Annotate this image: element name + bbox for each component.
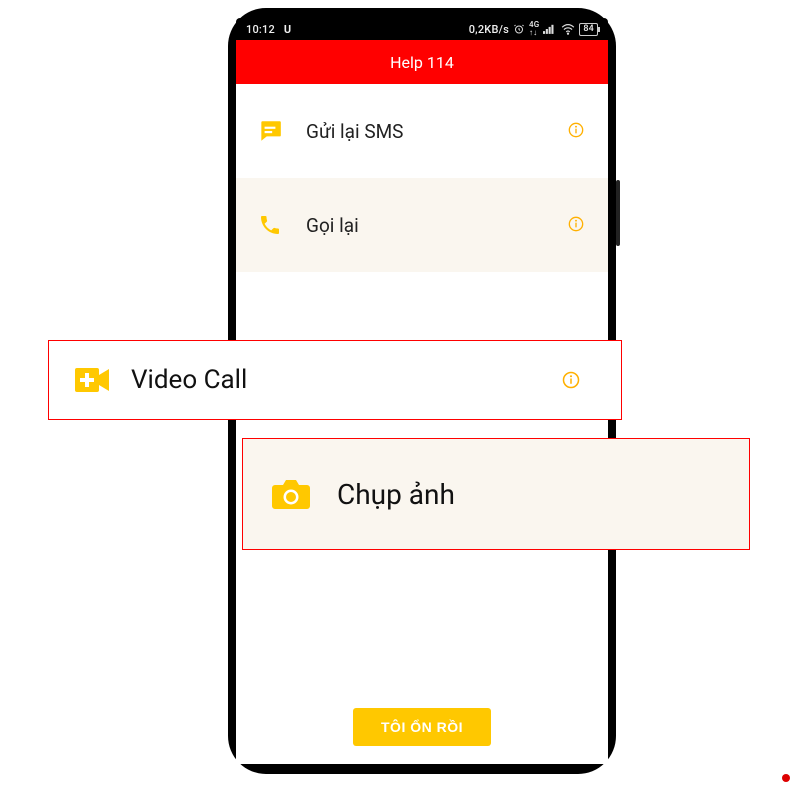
app-bar: Help 114: [236, 40, 608, 84]
callout-label: Chụp ảnh: [337, 478, 455, 511]
battery-icon: 84: [579, 23, 598, 36]
status-right: 0,2KB/s 4G↑↓ 84: [469, 21, 598, 37]
network-4g-icon: 4G↑↓: [529, 21, 539, 37]
info-icon[interactable]: [568, 120, 584, 143]
signal-icon: [543, 23, 557, 35]
list-item-label: Gọi lại: [306, 214, 568, 237]
info-icon[interactable]: [568, 214, 584, 237]
list-item-call[interactable]: Gọi lại: [236, 178, 608, 272]
battery-level: 84: [583, 24, 594, 34]
status-left: 10:12 U: [246, 23, 291, 36]
callout-take-photo[interactable]: Chụp ảnh: [242, 438, 750, 550]
corner-marker: [782, 774, 790, 782]
camera-icon: [271, 476, 311, 512]
video-plus-icon: [75, 365, 109, 395]
carrier-icon: U: [284, 23, 291, 36]
callout-video-call[interactable]: Video Call: [48, 340, 622, 420]
alarm-icon: [513, 23, 525, 35]
clock: 10:12: [246, 23, 275, 36]
app-title: Help 114: [390, 53, 454, 72]
list-item-label: Gửi lại SMS: [306, 120, 568, 143]
list-item-sms[interactable]: Gửi lại SMS: [236, 84, 608, 178]
status-bar: 10:12 U 0,2KB/s 4G↑↓ 84: [236, 18, 608, 40]
cta-area: TÔI ỔN RỒI: [236, 700, 608, 764]
sms-icon: [256, 117, 284, 145]
phone-icon: [256, 211, 284, 239]
info-icon[interactable]: [551, 371, 591, 389]
data-rate: 0,2KB/s: [469, 23, 509, 36]
callout-label: Video Call: [131, 365, 551, 395]
im-ok-button[interactable]: TÔI ỔN RỒI: [353, 708, 491, 746]
power-button: [616, 180, 620, 246]
wifi-icon: [561, 23, 575, 35]
